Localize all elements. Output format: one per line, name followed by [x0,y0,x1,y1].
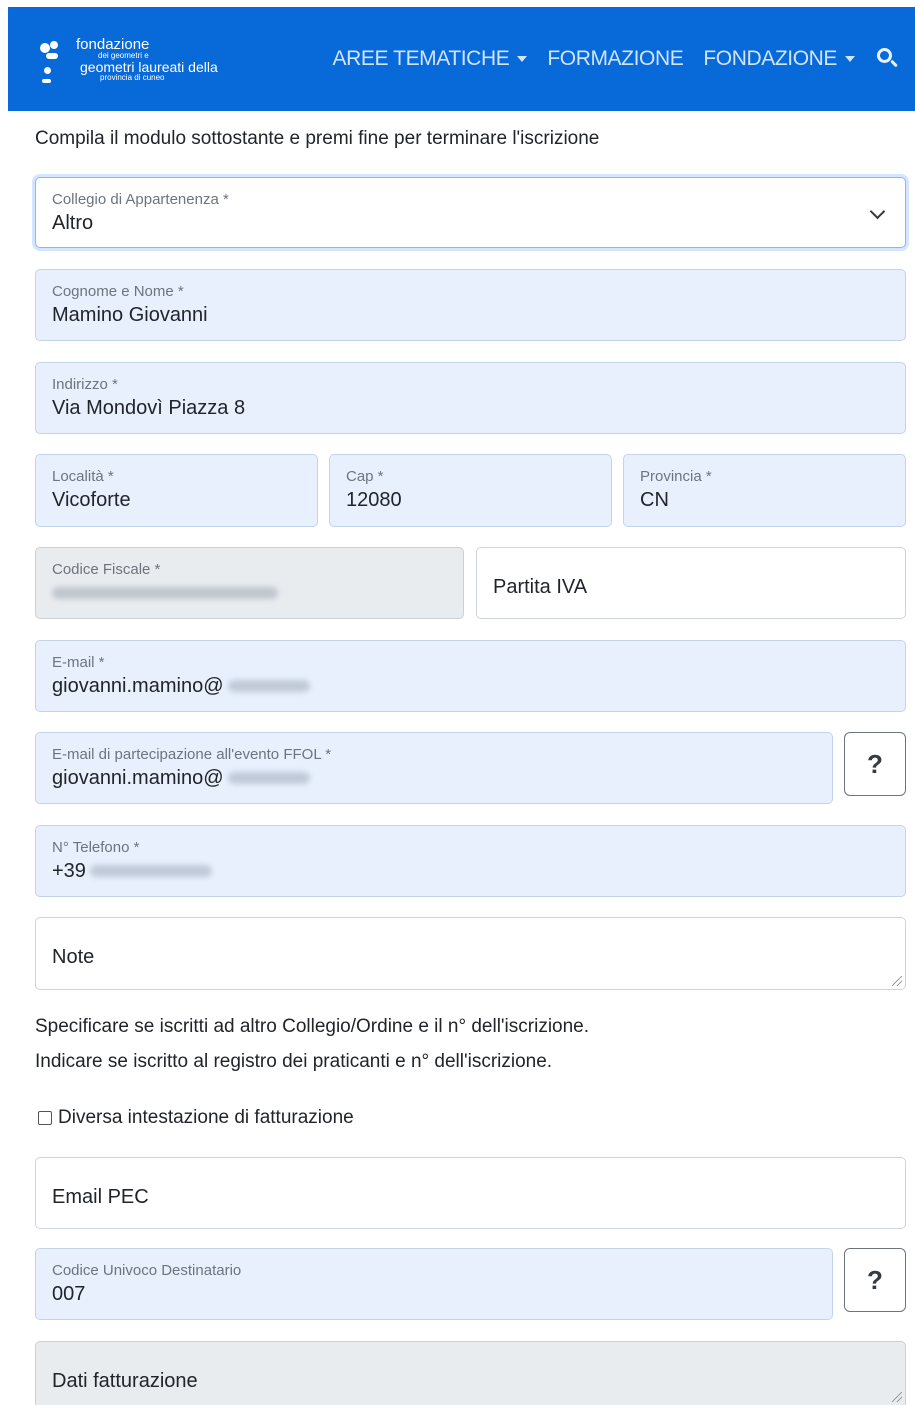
collegio-label: Collegio di Appartenenza * [52,191,229,208]
caret-down-icon [845,56,855,62]
logo-text-fondazione: fondazione [76,35,150,53]
provincia-value: CN [640,488,669,511]
localita-value: Vicoforte [52,488,131,511]
search-icon[interactable] [875,46,901,72]
email-pec-field[interactable]: Email PEC [35,1157,906,1229]
logo-icon [38,31,68,87]
cap-value: 12080 [346,488,402,511]
provincia-field[interactable]: Provincia * CN [623,454,906,527]
nav-item-label: FONDAZIONE [703,47,837,70]
note-help-line-2: Indicare se iscritto al registro dei pra… [35,1051,553,1072]
telefono-value: +39 [52,859,889,884]
collegio-value: Altro [52,211,94,234]
email-evento-field[interactable]: E-mail di partecipazione all'evento FFOL… [35,732,833,804]
logo-text-geometri-laureati: geometri laureati della [80,58,218,75]
codice-univoco-field[interactable]: Codice Univoco Destinatario 007 [35,1248,833,1320]
top-navbar: fondazione dei geometri e geometri laure… [8,7,915,111]
nome-label: Cognome e Nome * [52,283,184,300]
email-field[interactable]: E-mail * giovanni.mamino@ [35,640,906,712]
codice-fiscale-value-redacted [52,581,447,606]
email-evento-help-button[interactable]: ? [844,732,906,796]
note-textarea[interactable]: Note [35,917,906,990]
partita-iva-placeholder: Partita IVA [493,576,588,598]
nav-item-label: AREE TEMATICHE [332,47,510,70]
partita-iva-field[interactable]: Partita IVA [476,547,906,619]
email-pec-placeholder: Email PEC [52,1186,149,1208]
note-placeholder: Note [52,946,95,968]
codice-fiscale-label: Codice Fiscale * [52,561,161,578]
dati-fatturazione-placeholder: Dati fatturazione [52,1370,198,1392]
cap-field[interactable]: Cap * 12080 [329,454,612,527]
localita-label: Località * [52,468,114,485]
resize-handle-icon [892,1392,902,1402]
email-evento-value: giovanni.mamino@ [52,766,816,791]
note-help-line-1: Specificare se iscritti ad altro Collegi… [35,1016,590,1037]
email-value: giovanni.mamino@ [52,674,889,699]
fatturazione-checkbox-row[interactable]: Diversa intestazione di fatturazione [38,1107,354,1129]
codice-univoco-help-button[interactable]: ? [844,1248,906,1312]
email-label: E-mail * [52,654,105,671]
codice-fiscale-field: Codice Fiscale * [35,547,464,619]
nav-item-aree-tematiche[interactable]: AREE TEMATICHE [333,47,528,71]
fatturazione-checkbox-label: Diversa intestazione di fatturazione [58,1107,354,1128]
site-logo[interactable]: fondazione dei geometri e geometri laure… [38,31,218,87]
indirizzo-field[interactable]: Indirizzo * Via Mondovì Piazza 8 [35,362,906,434]
nome-field[interactable]: Cognome e Nome * Mamino Giovanni [35,269,906,341]
nav-item-label: FORMAZIONE [547,47,684,70]
nome-value: Mamino Giovanni [52,303,208,326]
localita-field[interactable]: Località * Vicoforte [35,454,318,527]
main-nav: AREE TEMATICHE FORMAZIONE FONDAZIONE [333,46,902,72]
indirizzo-value: Via Mondovì Piazza 8 [52,396,246,419]
codice-univoco-label: Codice Univoco Destinatario [52,1262,242,1279]
cap-label: Cap * [346,468,384,485]
collegio-select[interactable]: Collegio di Appartenenza * Altro [35,177,906,248]
logo-text-provincia: provincia di cuneo [100,72,165,82]
provincia-label: Provincia * [640,468,712,485]
telefono-label: N° Telefono * [52,839,140,856]
telefono-field[interactable]: N° Telefono * +39 [35,825,906,897]
fatturazione-checkbox[interactable] [38,1111,52,1125]
email-evento-label: E-mail di partecipazione all'evento FFOL… [52,746,332,763]
codice-univoco-value: 007 [52,1282,86,1305]
indirizzo-label: Indirizzo * [52,376,118,393]
caret-down-icon [517,56,528,62]
resize-handle-icon[interactable] [892,976,902,986]
dati-fatturazione-textarea: Dati fatturazione [35,1341,906,1405]
form-intro: Compila il modulo sottostante e premi fi… [35,128,600,149]
nav-item-fondazione[interactable]: FONDAZIONE [703,47,855,71]
nav-item-formazione[interactable]: FORMAZIONE [547,47,683,71]
